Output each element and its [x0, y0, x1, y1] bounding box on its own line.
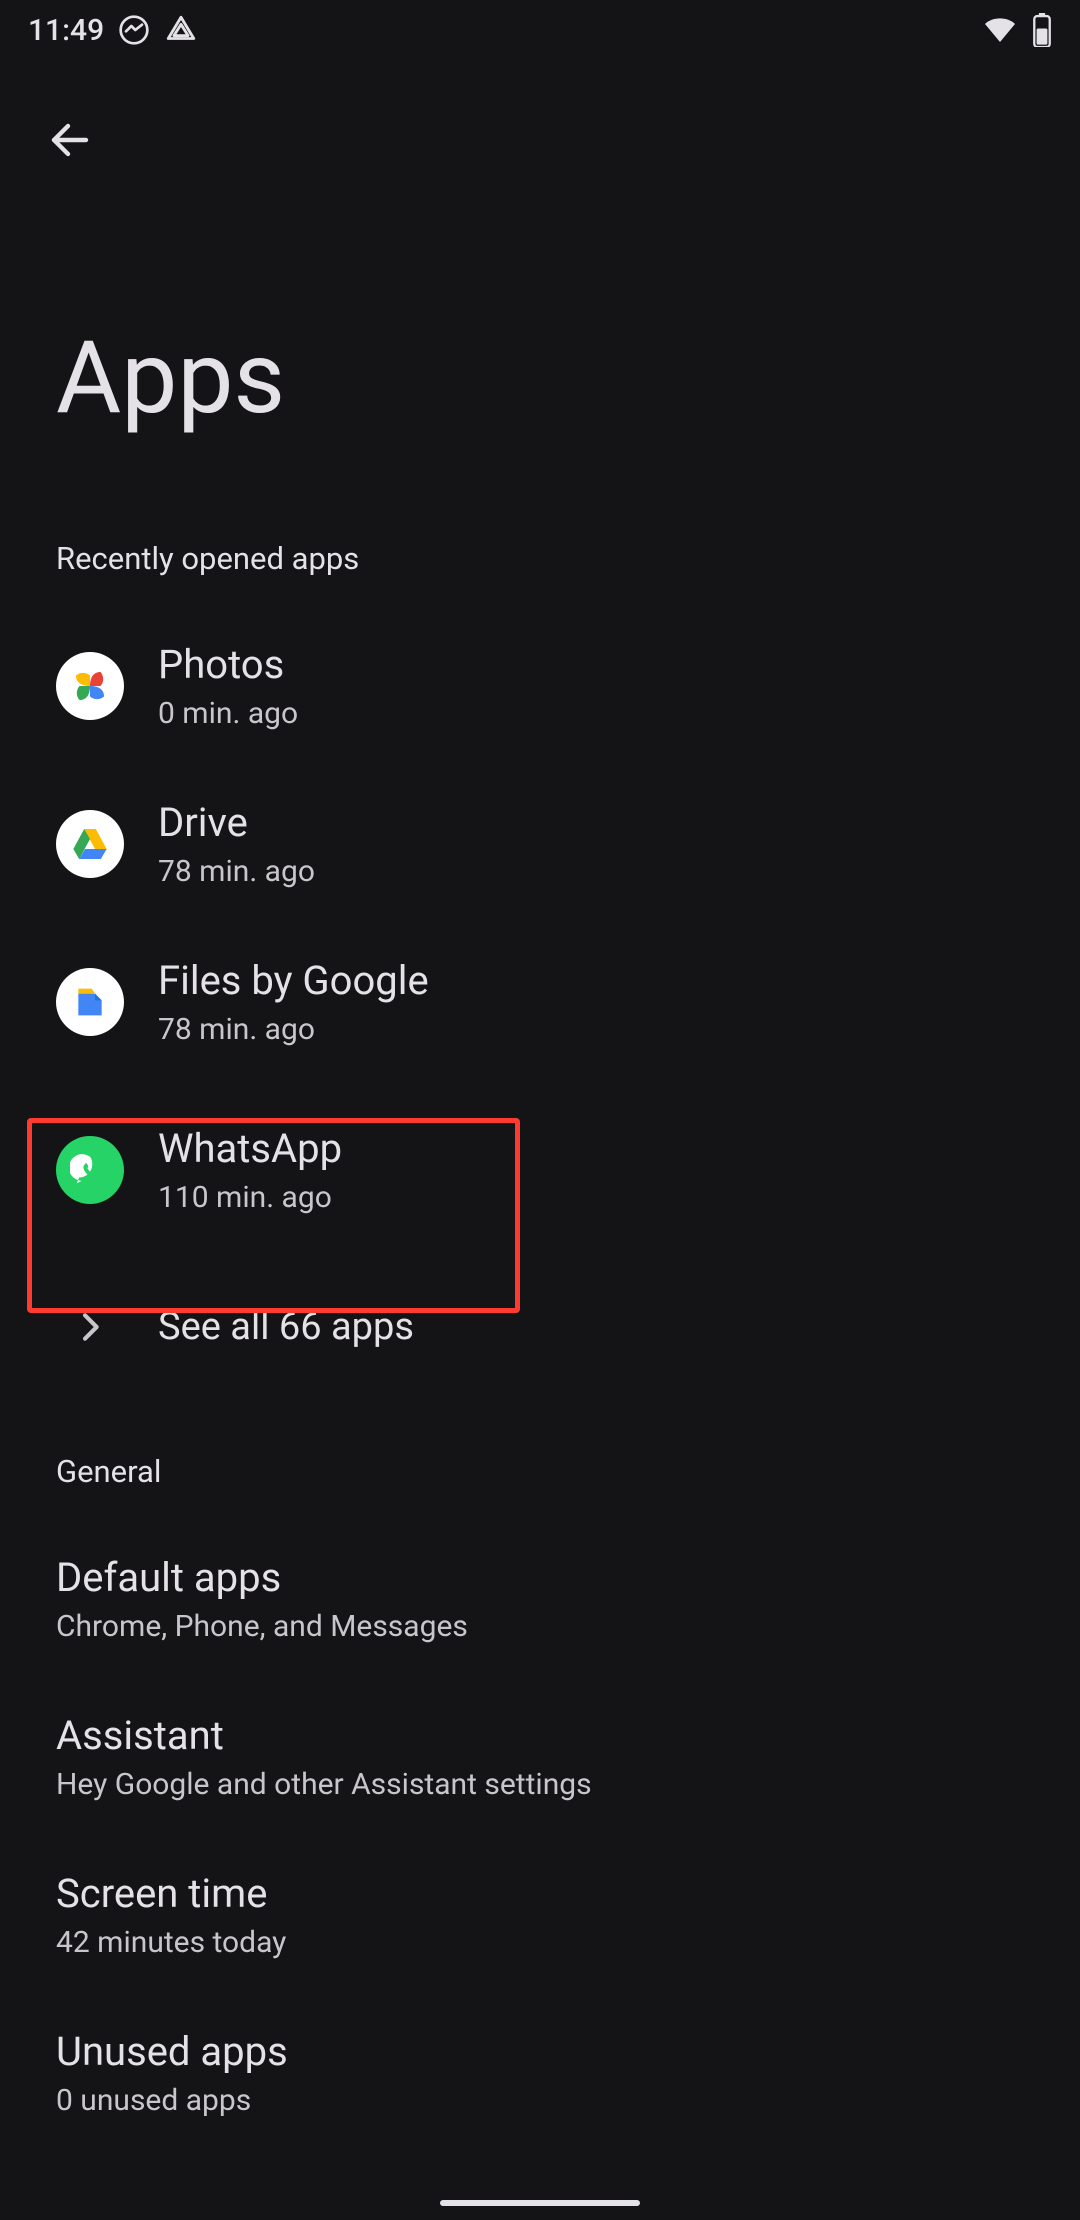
- status-left: 11:49: [28, 13, 198, 48]
- app-row-whatsapp[interactable]: WhatsApp 110 min. ago: [0, 1081, 1080, 1259]
- chevron-right-icon: [56, 1293, 124, 1361]
- section-header-general: General: [0, 1433, 1080, 1520]
- general-title: Unused apps: [56, 2028, 1024, 2075]
- back-button[interactable]: [30, 100, 110, 180]
- general-subtitle: 42 minutes today: [56, 1925, 1024, 1960]
- drive-icon: [56, 810, 124, 878]
- general-screen-time[interactable]: Screen time 42 minutes today: [0, 1836, 1080, 1994]
- app-row-photos[interactable]: Photos 0 min. ago: [0, 607, 1080, 765]
- files-icon: [56, 968, 124, 1036]
- battery-icon: [1032, 13, 1052, 47]
- app-icon-whatsapp: [56, 1136, 124, 1204]
- app-icon-drive: [56, 810, 124, 878]
- settings-content: Recently opened apps Photos 0 min. ago: [0, 520, 1080, 2152]
- drive-notification-icon: [164, 13, 198, 47]
- section-header-recent: Recently opened apps: [0, 520, 1080, 607]
- general-unused-apps[interactable]: Unused apps 0 unused apps: [0, 1994, 1080, 2152]
- app-row-files[interactable]: Files by Google 78 min. ago: [0, 923, 1080, 1081]
- see-all-label: See all 66 apps: [158, 1305, 414, 1349]
- wifi-icon: [982, 12, 1018, 48]
- gesture-nav-handle[interactable]: [440, 2200, 640, 2206]
- general-title: Default apps: [56, 1554, 1024, 1601]
- app-name: WhatsApp: [158, 1125, 342, 1172]
- app-subtitle: 110 min. ago: [158, 1180, 342, 1215]
- general-assistant[interactable]: Assistant Hey Google and other Assistant…: [0, 1678, 1080, 1836]
- app-subtitle: 78 min. ago: [158, 854, 315, 889]
- general-default-apps[interactable]: Default apps Chrome, Phone, and Messages: [0, 1520, 1080, 1678]
- status-right: [982, 12, 1052, 48]
- app-name: Drive: [158, 799, 315, 846]
- status-clock: 11:49: [28, 13, 104, 48]
- page-title: Apps: [56, 320, 285, 437]
- app-name: Photos: [158, 641, 298, 688]
- see-all-apps[interactable]: See all 66 apps: [0, 1259, 1080, 1395]
- app-subtitle: 78 min. ago: [158, 1012, 429, 1047]
- photos-icon: [56, 652, 124, 720]
- whatsapp-icon: [56, 1136, 124, 1204]
- app-icon-files: [56, 968, 124, 1036]
- messenger-notification-icon: [118, 14, 150, 46]
- general-subtitle: 0 unused apps: [56, 2083, 1024, 2118]
- general-title: Screen time: [56, 1870, 1024, 1917]
- app-row-drive[interactable]: Drive 78 min. ago: [0, 765, 1080, 923]
- app-subtitle: 0 min. ago: [158, 696, 298, 731]
- status-bar: 11:49: [0, 0, 1080, 60]
- app-name: Files by Google: [158, 957, 429, 1004]
- arrow-left-icon: [46, 116, 94, 164]
- general-subtitle: Chrome, Phone, and Messages: [56, 1609, 1024, 1644]
- general-title: Assistant: [56, 1712, 1024, 1759]
- general-subtitle: Hey Google and other Assistant settings: [56, 1767, 1024, 1802]
- app-icon-photos: [56, 652, 124, 720]
